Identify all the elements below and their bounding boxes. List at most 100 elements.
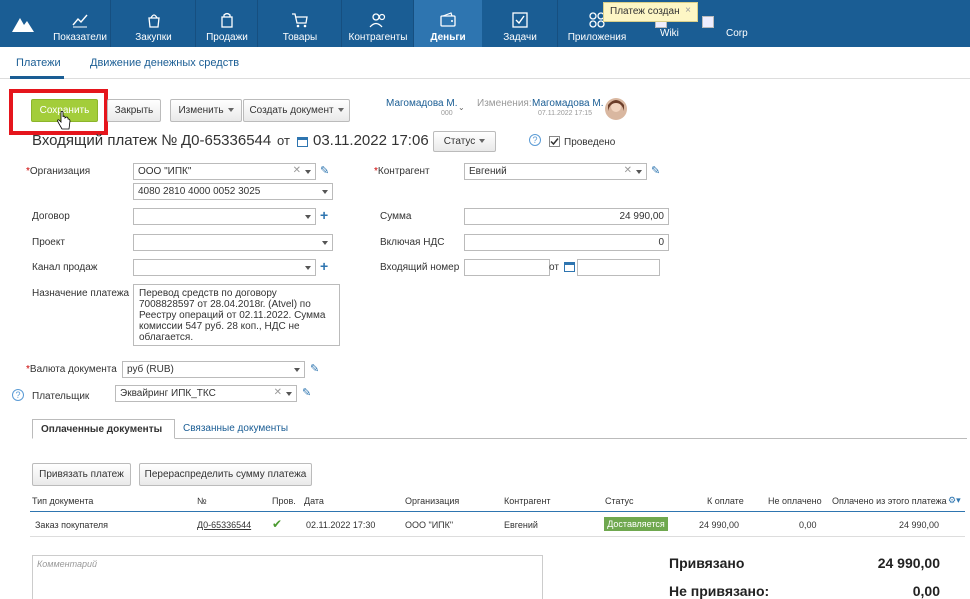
- cell-paid: 24 990,00: [899, 520, 940, 530]
- incoming-number-label: Входящий номер: [380, 262, 460, 273]
- nav-contractors[interactable]: Контрагенты: [342, 0, 414, 47]
- tab-payments[interactable]: Платежи: [16, 57, 61, 69]
- purpose-textarea[interactable]: Перевод средств по договору 7008828597 о…: [133, 284, 340, 346]
- cell-type: Заказ покупателя: [35, 520, 109, 530]
- clear-icon[interactable]: ✕: [624, 165, 632, 176]
- row-divider: [30, 536, 965, 537]
- calendar-icon[interactable]: [297, 136, 308, 147]
- contract-label: Договор: [32, 211, 70, 222]
- project-select[interactable]: [133, 234, 333, 251]
- organization-select[interactable]: ООО "ИПК" ✕: [133, 163, 316, 180]
- tab-linked-documents[interactable]: Связанные документы: [175, 419, 305, 439]
- help-icon[interactable]: ?: [529, 134, 541, 146]
- chevron-down-icon: [636, 170, 642, 174]
- nav-sales[interactable]: Продажи: [196, 0, 258, 47]
- close-icon[interactable]: ×: [685, 5, 691, 16]
- changes-date: 07.11.2022 17:15: [538, 110, 592, 117]
- sub-tabs: Платежи Движение денежных средств: [0, 47, 970, 79]
- bound-label: Привязано: [669, 555, 745, 571]
- owner-name[interactable]: Магомадова М.: [386, 98, 457, 109]
- sum-input[interactable]: 24 990,00: [464, 208, 669, 225]
- column-settings-icon[interactable]: ⚙▾: [948, 495, 961, 506]
- people-icon: [369, 13, 386, 28]
- header-divider: [30, 511, 965, 512]
- document-number: Д0-65336544: [181, 132, 272, 149]
- close-button[interactable]: Закрыть: [107, 99, 161, 122]
- clear-icon[interactable]: ✕: [274, 387, 282, 398]
- unbound-value: 0,00: [912, 583, 940, 599]
- nav-indicators[interactable]: Показатели: [49, 0, 111, 47]
- posted-checkbox[interactable]: [549, 136, 560, 147]
- cell-number-link[interactable]: Д0-65336544: [197, 520, 251, 530]
- clear-icon[interactable]: ✕: [293, 165, 301, 176]
- cart-icon: [292, 13, 308, 28]
- toast-text: Платеж создан: [610, 6, 680, 17]
- column-header[interactable]: Контрагент: [504, 496, 551, 506]
- sales-channel-select[interactable]: [133, 259, 316, 276]
- column-header[interactable]: №: [197, 496, 207, 506]
- chevron-down-icon: [337, 108, 344, 113]
- edit-icon[interactable]: ✎: [310, 362, 319, 375]
- column-header[interactable]: К оплате: [707, 496, 744, 506]
- cell-unpaid: 0,00: [799, 520, 817, 530]
- column-header[interactable]: Тип документа: [32, 496, 93, 506]
- document-date[interactable]: 03.11.2022 17:06: [313, 132, 429, 149]
- organization-label: *Организация: [26, 166, 91, 177]
- logo-icon[interactable]: [10, 14, 36, 34]
- vat-input[interactable]: 0: [464, 234, 669, 251]
- avatar[interactable]: [604, 97, 628, 121]
- edit-icon[interactable]: ✎: [302, 386, 311, 399]
- tab-cash-flow[interactable]: Движение денежных средств: [90, 57, 239, 69]
- nav-purchases[interactable]: Закупки: [111, 0, 196, 47]
- currency-label: *Валюта документа: [26, 364, 117, 375]
- incoming-date-input[interactable]: [577, 259, 660, 276]
- column-header[interactable]: Статус: [605, 496, 633, 506]
- bound-value: 24 990,00: [877, 555, 940, 571]
- hand-cursor-icon: [57, 111, 71, 130]
- contractor-select[interactable]: Евгений ✕: [464, 163, 647, 180]
- checkbox-icon: [512, 12, 528, 28]
- nav-label: Показатели: [53, 32, 107, 43]
- column-header[interactable]: Не оплачено: [768, 496, 822, 506]
- top-navigation: Показатели Закупки Продажи Товары Контра…: [0, 0, 970, 47]
- nav-goods[interactable]: Товары: [258, 0, 342, 47]
- status-dropdown[interactable]: Статус: [433, 131, 496, 152]
- column-header[interactable]: Дата: [304, 496, 324, 506]
- redistribute-button[interactable]: Перераспределить сумму платежа: [139, 463, 312, 486]
- help-icon[interactable]: ?: [12, 389, 24, 401]
- nav-corp[interactable]: Corp: [700, 0, 750, 47]
- nav-label: Corp: [726, 28, 748, 39]
- sum-label: Сумма: [380, 211, 412, 222]
- changes-author[interactable]: Магомадова М.: [532, 98, 603, 109]
- column-header[interactable]: Оплачено из этого платежа: [832, 496, 947, 506]
- add-icon[interactable]: +: [320, 208, 328, 222]
- chevron-down-icon[interactable]: ⌄: [458, 103, 465, 112]
- vat-label: Включая НДС: [380, 237, 445, 248]
- edit-icon[interactable]: ✎: [651, 164, 660, 177]
- chevron-down-icon: [305, 170, 311, 174]
- calendar-icon[interactable]: [564, 261, 575, 272]
- bind-payment-button[interactable]: Привязать платеж: [32, 463, 131, 486]
- check-icon: ✔: [272, 517, 283, 531]
- nav-money[interactable]: Деньги: [414, 0, 482, 47]
- chevron-down-icon: [479, 139, 486, 144]
- contractor-label: *Контрагент: [374, 166, 430, 177]
- comment-textarea[interactable]: Комментарий: [32, 555, 543, 599]
- nav-label: Товары: [282, 32, 318, 43]
- add-icon[interactable]: +: [320, 259, 328, 273]
- create-document-dropdown[interactable]: Создать документ: [243, 99, 350, 122]
- currency-select[interactable]: руб (RUB): [122, 361, 305, 378]
- nav-tasks[interactable]: Задачи: [482, 0, 558, 47]
- edit-dropdown[interactable]: Изменить: [170, 99, 242, 122]
- sales-channel-label: Канал продаж: [32, 262, 98, 273]
- cell-contractor: Евгений: [504, 520, 538, 530]
- tab-paid-documents[interactable]: Оплаченные документы: [32, 419, 175, 439]
- bank-account-select[interactable]: 4080 2810 4000 0052 3025: [133, 183, 333, 200]
- incoming-number-input[interactable]: [464, 259, 550, 276]
- column-header[interactable]: Пров.: [272, 496, 296, 506]
- column-header[interactable]: Организация: [405, 496, 459, 506]
- changes-label: Изменения:: [477, 98, 532, 109]
- payer-select[interactable]: Эквайринг ИПК_ТКС ✕: [115, 385, 297, 402]
- edit-icon[interactable]: ✎: [320, 164, 329, 177]
- contract-select[interactable]: [133, 208, 316, 225]
